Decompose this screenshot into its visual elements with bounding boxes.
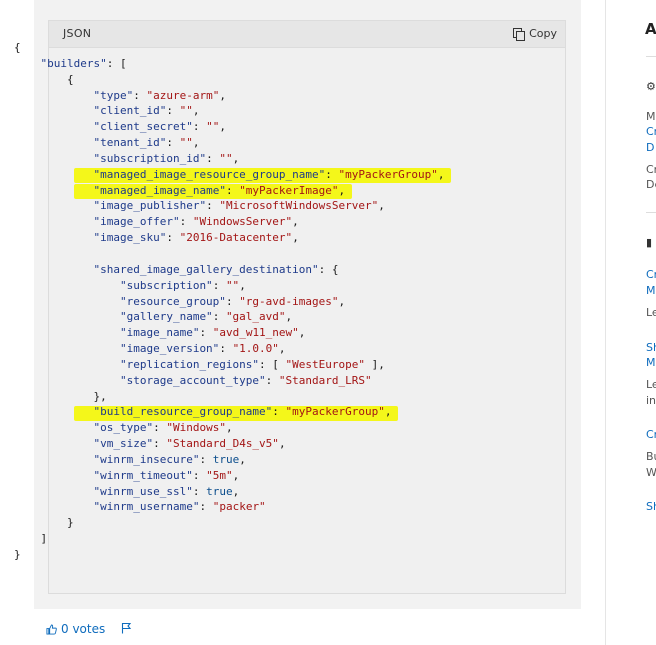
- sidebar-item: Le: [646, 378, 656, 391]
- sidebar-item: Cr: [646, 163, 656, 176]
- code-line: "build_resource_group_name": "myPackerGr…: [93, 405, 392, 419]
- sidebar-link[interactable]: M: [646, 356, 656, 369]
- sidebar-separator: [646, 56, 656, 57]
- code-line: "winrm_timeout": "5m",: [93, 468, 240, 482]
- code-line: },: [14, 389, 107, 403]
- sidebar-item: in: [646, 394, 656, 407]
- sidebar-link[interactable]: Cr: [646, 428, 656, 441]
- code-line: "resource_group": "rg-avd-images",: [119, 294, 346, 308]
- code-line: "shared_image_gallery_destination": {: [93, 262, 339, 276]
- code-line: {: [14, 41, 21, 54]
- code-line: "winrm_insecure": true,: [93, 452, 246, 466]
- sidebar-link[interactable]: Sh: [646, 500, 656, 513]
- code-line: "image_publisher": "MicrosoftWindowsServ…: [93, 199, 385, 213]
- copy-button[interactable]: Copy: [513, 27, 557, 41]
- code-line: }: [14, 516, 74, 530]
- sidebar-item: De: [646, 178, 656, 191]
- sidebar-link[interactable]: Cr: [646, 125, 656, 138]
- code-line: "image_offer": "WindowsServer",: [93, 215, 299, 229]
- sidebar-divider: [605, 0, 606, 645]
- code-content: { "builders": [ { "type": "azure-arm", "…: [14, 40, 445, 563]
- flag-icon[interactable]: [121, 622, 132, 634]
- code-line: "type": "azure-arm",: [93, 88, 226, 102]
- sidebar-link[interactable]: Cr: [646, 268, 656, 281]
- code-line: "client_secret": "",: [93, 120, 226, 134]
- code-line: "image_name": "avd_w11_new",: [119, 326, 306, 340]
- sidebar-item: Mo: [646, 110, 656, 123]
- code-line: {: [14, 72, 74, 86]
- sidebar-separator: [646, 212, 656, 213]
- sidebar-item: Le: [646, 306, 656, 319]
- code-line: "managed_image_name": "myPackerImage",: [93, 183, 346, 197]
- sidebar-item: W: [646, 466, 656, 479]
- sidebar-book-icon: ▮: [646, 236, 653, 249]
- code-line: "winrm_username": "packer": [93, 500, 266, 514]
- code-line: "tenant_id": "",: [93, 136, 200, 150]
- code-line: "winrm_use_ssl": true,: [93, 484, 240, 498]
- code-language-label: JSON: [63, 27, 92, 40]
- code-line: "vm_size": "Standard_D4s_v5",: [93, 437, 286, 451]
- code-line: "managed_image_resource_group_name": "my…: [93, 167, 445, 181]
- code-line: "replication_regions": [ "WestEurope" ],: [119, 357, 385, 371]
- copy-icon: [513, 27, 526, 41]
- code-line: ]: [14, 532, 48, 546]
- code-line: "subscription_id": "",: [93, 151, 240, 165]
- code-line: "image_version": "1.0.0",: [119, 342, 286, 356]
- copy-button-label: Copy: [529, 27, 557, 40]
- code-line: "gallery_name": "gal_avd",: [119, 310, 293, 324]
- sidebar-award-icon: ⚙: [646, 80, 656, 93]
- sidebar-link[interactable]: Sh: [646, 341, 656, 354]
- sidebar-item: Bu: [646, 450, 656, 463]
- vote-button[interactable]: 0 votes: [46, 622, 105, 636]
- sidebar-title: A: [645, 20, 656, 38]
- code-line: "os_type": "Windows",: [93, 421, 233, 435]
- code-line: }: [14, 548, 21, 561]
- vote-count: 0 votes: [61, 622, 106, 636]
- code-line: "image_sku": "2016-Datacenter",: [93, 231, 299, 245]
- code-line: "subscription": "",: [119, 278, 246, 292]
- sidebar-link[interactable]: M: [646, 284, 656, 297]
- code-line: "builders": [: [40, 56, 127, 70]
- thumbs-up-icon: [46, 623, 57, 635]
- code-line: "client_id": "",: [93, 104, 200, 118]
- code-line: "storage_account_type": "Standard_LRS": [119, 373, 372, 387]
- sidebar-link[interactable]: D: [646, 141, 656, 154]
